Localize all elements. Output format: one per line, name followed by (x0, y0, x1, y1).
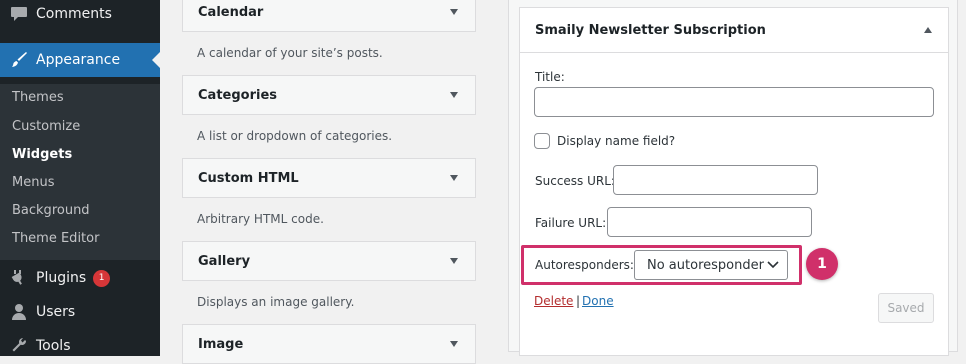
widget-desc-custom-html: Arbitrary HTML code. (197, 212, 324, 226)
widget-title-image: Image (198, 336, 244, 352)
appearance-submenu: Themes Customize Widgets Menus Backgroun… (0, 84, 160, 260)
expand-arrow-icon[interactable] (450, 258, 458, 264)
widget-custom-html[interactable]: Custom HTML (182, 158, 476, 198)
expand-arrow-icon[interactable] (450, 92, 458, 98)
delete-link[interactable]: Delete (534, 294, 573, 308)
users-icon (9, 302, 29, 322)
menu-label-tools: Tools (36, 338, 71, 354)
widget-categories[interactable]: Categories (182, 75, 476, 115)
widget-desc-gallery: Displays an image gallery. (197, 295, 355, 309)
title-label: Title: (535, 70, 565, 84)
menu-item-comments[interactable]: Comments (0, 0, 160, 28)
submenu-customize[interactable]: Customize (12, 119, 80, 134)
autoresponders-selected-value: No autoresponder (647, 257, 764, 273)
menu-item-tools[interactable]: Tools (0, 334, 160, 358)
wrench-icon (9, 336, 29, 356)
widget-title-gallery: Gallery (198, 253, 251, 269)
widget-title-custom-html: Custom HTML (198, 170, 299, 186)
annotation-callout-badge: 1 (806, 248, 838, 280)
autoresponders-select[interactable]: No autoresponder (634, 250, 788, 280)
submenu-menus[interactable]: Menus (12, 175, 54, 190)
display-name-label: Display name field? (557, 134, 676, 148)
widget-header[interactable]: Smaily Newsletter Subscription (520, 8, 948, 53)
collapse-arrow-icon[interactable] (924, 27, 932, 33)
display-name-checkbox[interactable] (534, 133, 550, 149)
submenu-background[interactable]: Background (12, 203, 90, 218)
widget-desc-categories: A list or dropdown of categories. (197, 129, 393, 143)
submenu-widgets[interactable]: Widgets (12, 147, 72, 162)
chevron-down-icon (767, 261, 779, 269)
widget-image[interactable]: Image (182, 324, 476, 364)
submenu-themes[interactable]: Themes (12, 90, 64, 105)
widget-title-calendar: Calendar (198, 4, 264, 20)
expand-arrow-icon[interactable] (450, 9, 458, 15)
failure-url-label: Failure URL: (535, 216, 607, 230)
menu-label-users: Users (36, 304, 76, 320)
comments-icon (9, 4, 29, 24)
menu-label-plugins: Plugins (36, 270, 87, 286)
widget-gallery[interactable]: Gallery (182, 241, 476, 281)
success-url-label: Success URL: (535, 174, 615, 188)
submenu-theme-editor[interactable]: Theme Editor (12, 231, 99, 246)
success-url-input[interactable] (613, 165, 818, 195)
widget-calendar[interactable]: Calendar (182, 0, 476, 32)
link-separator: | (576, 294, 581, 308)
menu-label-appearance: Appearance (36, 52, 121, 68)
widget-desc-calendar: A calendar of your site’s posts. (197, 46, 383, 60)
widget-title-categories: Categories (198, 87, 278, 103)
widget-title: Smaily Newsletter Subscription (535, 22, 766, 38)
menu-item-users[interactable]: Users (0, 300, 160, 324)
plugins-icon (9, 268, 29, 288)
failure-url-input[interactable] (607, 207, 812, 237)
expand-arrow-icon[interactable] (450, 341, 458, 347)
admin-sidebar: Comments Appearance Themes Customize Wid… (0, 0, 160, 356)
plugins-update-badge: 1 (93, 269, 111, 287)
expand-arrow-icon[interactable] (450, 175, 458, 181)
title-input[interactable] (534, 87, 934, 117)
saved-button[interactable]: Saved (878, 293, 934, 323)
menu-item-appearance[interactable]: Appearance (0, 43, 160, 77)
done-link[interactable]: Done (582, 294, 614, 308)
autoresponders-label: Autoresponders: (535, 258, 634, 272)
menu-item-plugins[interactable]: Plugins 1 (0, 266, 160, 290)
paintbrush-icon (9, 50, 29, 70)
menu-label-comments: Comments (36, 6, 112, 22)
